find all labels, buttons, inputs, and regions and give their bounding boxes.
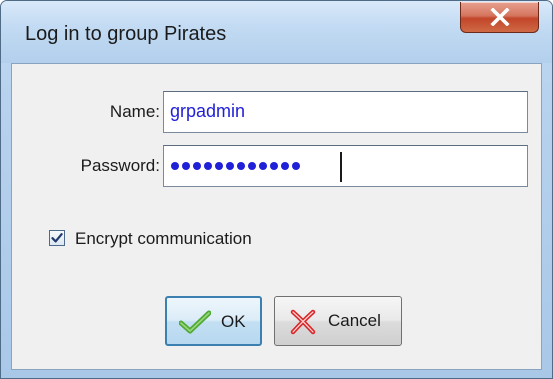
name-value: grpadmin	[170, 101, 246, 121]
password-dot	[182, 162, 190, 170]
close-icon	[490, 8, 510, 26]
title-bar: Log in to group Pirates	[1, 1, 552, 63]
ok-label: OK	[221, 312, 246, 331]
cancel-button[interactable]: Cancel	[274, 296, 402, 346]
text-caret	[340, 152, 342, 182]
ok-button[interactable]: OK	[165, 296, 262, 346]
password-dot	[248, 162, 256, 170]
login-dialog: Log in to group Pirates Name: grpadmin P…	[0, 0, 553, 379]
dialog-body: Name: grpadmin Password: Encrypt communi…	[11, 63, 542, 370]
password-field[interactable]	[163, 145, 528, 187]
name-label: Name:	[109, 102, 160, 121]
password-dot	[259, 162, 267, 170]
password-dot	[237, 162, 245, 170]
cancel-label: Cancel	[328, 311, 381, 330]
dialog-title: Log in to group Pirates	[25, 23, 227, 45]
checkmark-icon	[179, 310, 211, 334]
password-mask	[171, 162, 300, 170]
name-field[interactable]: grpadmin	[163, 91, 528, 133]
password-dot	[270, 162, 278, 170]
password-label: Password:	[80, 156, 160, 175]
password-dot	[215, 162, 223, 170]
password-dot	[292, 162, 300, 170]
encrypt-communication-label: Encrypt communication	[75, 229, 252, 248]
password-dot	[171, 162, 179, 170]
close-button[interactable]	[460, 2, 539, 33]
password-dot	[226, 162, 234, 170]
password-dot	[204, 162, 212, 170]
x-mark-icon	[290, 309, 316, 335]
password-dot	[281, 162, 289, 170]
password-dot	[193, 162, 201, 170]
checkbox-box[interactable]	[49, 230, 65, 246]
checkmark-icon	[51, 233, 63, 243]
